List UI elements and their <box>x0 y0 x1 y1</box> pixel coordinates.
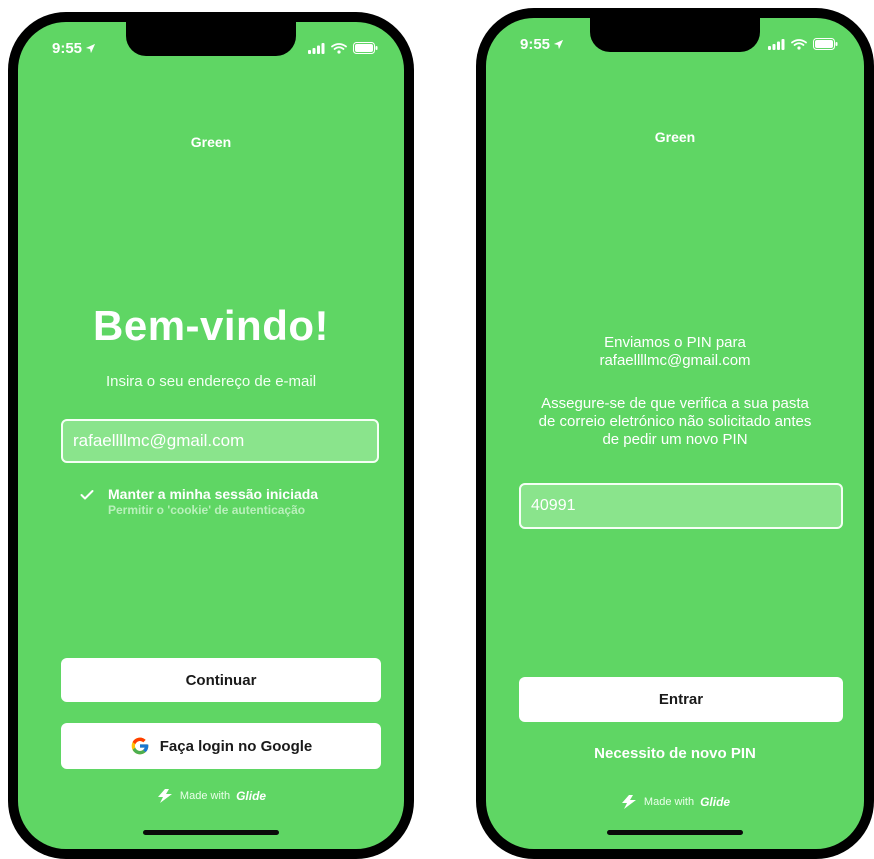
pin-sent-email: rafaellllmc@gmail.com <box>599 352 751 369</box>
glide-logo-icon <box>157 789 172 803</box>
email-field[interactable]: rafaellllmc@gmail.com <box>61 419 379 463</box>
made-with-brand: Glide <box>700 795 731 809</box>
keep-session-label: Manter a minha sessão iniciada <box>108 486 319 502</box>
made-with-glide[interactable]: Made with Glide <box>486 795 864 809</box>
enter-button[interactable]: Entrar <box>519 677 843 722</box>
made-with-prefix: Made with <box>179 790 231 802</box>
wifi-icon <box>791 38 807 50</box>
pin-screen: 9:55 Green Enviamos o PIN para rafaellll… <box>486 18 864 849</box>
pin-notice-line3: de pedir um novo PIN <box>602 431 748 448</box>
battery-icon <box>813 38 838 50</box>
home-indicator <box>607 830 743 835</box>
phone-pin: 9:55 Green Enviamos o PIN para rafaellll… <box>476 8 874 859</box>
continue-button-label: Continuar <box>185 671 257 689</box>
email-prompt: Insira o seu endereço de e-mail <box>105 373 317 390</box>
checkmark-icon <box>80 490 94 500</box>
keep-session-checkbox[interactable]: Manter a minha sessão iniciada Permitir … <box>80 486 318 517</box>
made-with-prefix: Made with <box>643 796 695 808</box>
email-field-value: rafaellllmc@gmail.com <box>73 431 245 450</box>
keep-session-sublabel: Permitir o 'cookie' de autenticação <box>108 503 306 517</box>
signal-icon <box>768 38 785 50</box>
app-title: Green <box>190 134 232 150</box>
wifi-icon <box>331 42 347 54</box>
welcome-heading: Bem-vindo! <box>93 302 329 349</box>
status-time-text: 9:55 <box>52 40 83 57</box>
battery-icon <box>353 42 378 54</box>
continue-button[interactable]: Continuar <box>61 658 381 702</box>
made-with-glide[interactable]: Made with Glide <box>18 789 404 803</box>
status-icons <box>768 38 838 50</box>
app-title: Green <box>654 129 696 145</box>
pin-field-value: 40991 <box>531 497 576 514</box>
location-arrow-icon <box>85 43 96 54</box>
home-indicator <box>143 830 279 835</box>
pin-field[interactable]: 40991 <box>519 483 843 529</box>
signal-icon <box>308 42 325 54</box>
pin-notice-line1: Assegure-se de que verifica a sua pasta <box>541 395 809 412</box>
new-pin-link[interactable]: Necessito de novo PIN <box>486 745 864 762</box>
status-time: 9:55 <box>520 36 564 53</box>
pin-sent-line1: Enviamos o PIN para <box>604 334 746 351</box>
notch <box>126 22 296 56</box>
pin-notice-line2: de correio eletrónico não solicitado ant… <box>538 413 812 430</box>
made-with-brand: Glide <box>236 789 267 803</box>
phone-login: 9:55 Green Bem-vindo! Insira o seu ender… <box>8 12 414 859</box>
google-login-button[interactable]: Faça login no Google <box>61 723 381 769</box>
status-icons <box>308 42 378 54</box>
google-logo-icon <box>131 737 149 755</box>
enter-button-label: Entrar <box>658 691 704 708</box>
status-time-text: 9:55 <box>520 36 551 53</box>
location-arrow-icon <box>553 39 564 50</box>
login-screen: 9:55 Green Bem-vindo! Insira o seu ender… <box>18 22 404 849</box>
glide-logo-icon <box>621 795 636 809</box>
status-time: 9:55 <box>52 40 96 57</box>
google-login-label: Faça login no Google <box>159 737 313 755</box>
notch <box>590 18 760 52</box>
